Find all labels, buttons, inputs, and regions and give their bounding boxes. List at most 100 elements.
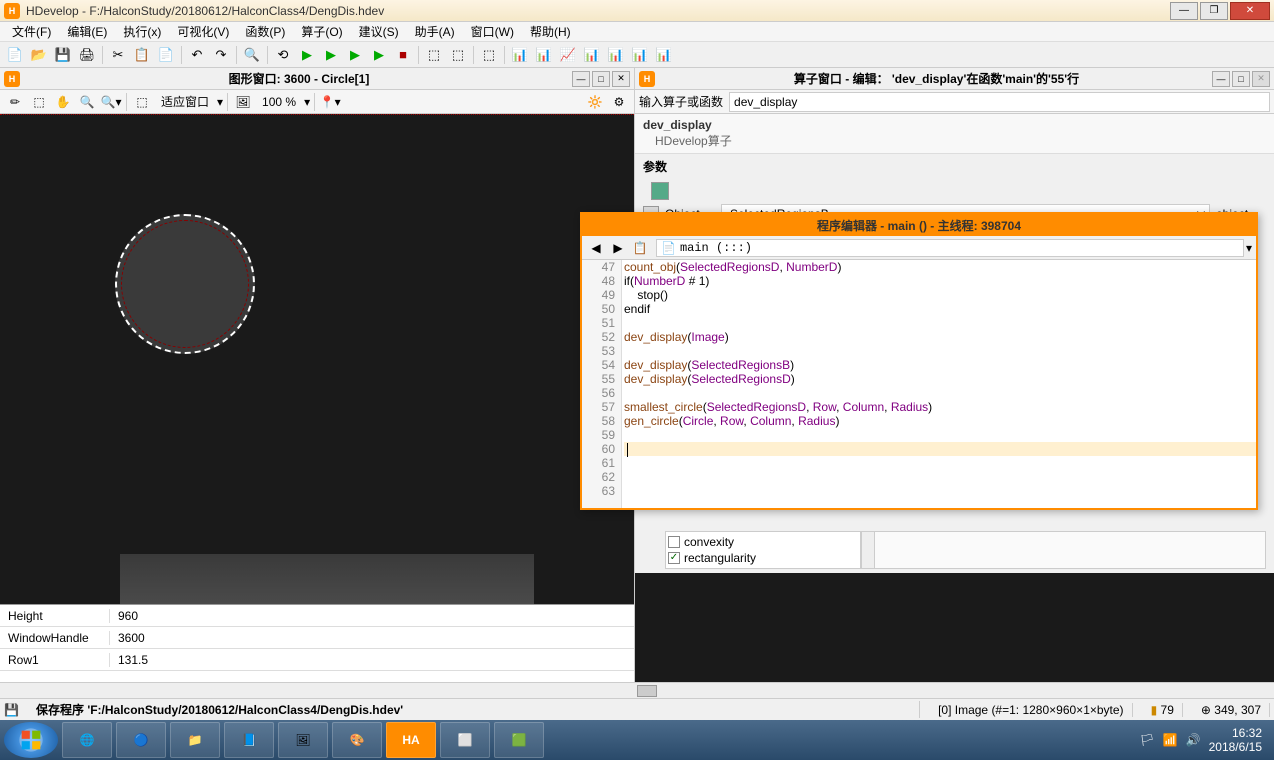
task-explorer[interactable]: 📁 [170, 722, 220, 758]
task-hdevelop[interactable]: HA [386, 722, 436, 758]
menu-file[interactable]: 文件(F) [4, 21, 59, 42]
prop-val-0[interactable]: 960 [110, 609, 634, 623]
assist-button-6[interactable]: 📊 [629, 44, 651, 66]
tray-network-icon[interactable]: 📶 [1163, 733, 1178, 747]
feature-convexity-check[interactable] [668, 536, 680, 548]
find-button[interactable]: 🔍 [241, 44, 263, 66]
tool-button-3[interactable]: ⬚ [478, 44, 500, 66]
feature-rectangularity-check[interactable] [668, 552, 680, 564]
zoom-value: 100 % [256, 95, 302, 109]
tool-button-2[interactable]: ⬚ [447, 44, 469, 66]
window-title: HDevelop - F:/HalconStudy/20180612/Halco… [26, 4, 1170, 18]
paste-button[interactable]: 📄 [155, 44, 177, 66]
menu-window[interactable]: 窗口(W) [463, 21, 522, 42]
cut-button[interactable]: ✂ [107, 44, 129, 66]
menu-visualize[interactable]: 可视化(V) [169, 21, 237, 42]
tool-button-1[interactable]: ⬚ [423, 44, 445, 66]
menu-procedures[interactable]: 函数(P) [237, 21, 293, 42]
pin-tool[interactable]: 📍▾ [319, 92, 341, 112]
circle-region [115, 214, 255, 354]
undo-button[interactable]: ↶ [186, 44, 208, 66]
menu-suggestions[interactable]: 建议(S) [351, 21, 407, 42]
pointer-tool[interactable]: ✏ [4, 92, 26, 112]
menu-bar: 文件(F) 编辑(E) 执行(x) 可视化(V) 函数(P) 算子(O) 建议(… [0, 22, 1274, 42]
redo-button[interactable]: ↷ [210, 44, 232, 66]
windows-taskbar: 🌐 🔵 📁 📘 🖼 🎨 HA ⬜ 🟩 🏳 📶 🔊 16:32 2018/6/15 [0, 720, 1274, 760]
task-app2[interactable]: 🟩 [494, 722, 544, 758]
image-icon[interactable]: 🖼 [232, 92, 254, 112]
menu-help[interactable]: 帮助(H) [522, 21, 579, 42]
task-app1[interactable]: ⬜ [440, 722, 490, 758]
feature-scroll[interactable] [861, 532, 875, 568]
operator-input-field[interactable] [729, 92, 1270, 112]
step-out-button[interactable]: ▶ [344, 44, 366, 66]
start-button[interactable] [4, 722, 58, 758]
operator-minimize[interactable]: — [1212, 71, 1230, 87]
hand-tool[interactable]: ✋ [52, 92, 74, 112]
tray-flag-icon[interactable]: 🏳 [1139, 733, 1154, 747]
fit-icon[interactable]: ⬚ [131, 92, 153, 112]
save-button[interactable]: 💾 [52, 44, 74, 66]
reset-button[interactable]: ⟲ [272, 44, 294, 66]
prop-name-1: WindowHandle [0, 631, 110, 645]
prop-val-1[interactable]: 3600 [110, 631, 634, 645]
window-titlebar: H HDevelop - F:/HalconStudy/20180612/Hal… [0, 0, 1274, 22]
copy-button[interactable]: 📋 [131, 44, 153, 66]
run-button[interactable]: ▶ [368, 44, 390, 66]
assist-button-3[interactable]: 📈 [557, 44, 579, 66]
step-into-button[interactable]: ▶ [320, 44, 342, 66]
assist-button-4[interactable]: 📊 [581, 44, 603, 66]
code-editor-window: 程序编辑器 - main () - 主线程: 398704 ◀ ▶ 📋 📄 ma… [580, 212, 1258, 510]
stop-button[interactable]: ■ [392, 44, 414, 66]
menu-assistants[interactable]: 助手(A) [407, 21, 463, 42]
zoom-tool[interactable]: 🔍 [76, 92, 98, 112]
editor-function-selector[interactable]: 📄 main (:::) [656, 239, 1244, 257]
zoom-dropdown[interactable]: 🔍▾ [100, 92, 122, 112]
maximize-button[interactable]: ❐ [1200, 2, 1228, 20]
editor-func-dropdown[interactable]: ▾ [1246, 241, 1252, 255]
system-tray[interactable]: 🏳 📶 🔊 16:32 2018/6/15 [1139, 726, 1270, 754]
info-tool-2[interactable]: ⚙ [608, 92, 630, 112]
task-photos[interactable]: 🖼 [278, 722, 328, 758]
zoom-dropdown-2[interactable]: ▾ [304, 95, 310, 109]
tray-volume-icon[interactable]: 🔊 [1186, 733, 1201, 747]
operator-close[interactable]: ✕ [1252, 71, 1270, 87]
open-button[interactable]: 📂 [28, 44, 50, 66]
operator-maximize[interactable]: □ [1232, 71, 1250, 87]
print-button[interactable]: 🖨 [76, 44, 98, 66]
task-media[interactable]: 🔵 [116, 722, 166, 758]
minimize-button[interactable]: — [1170, 2, 1198, 20]
editor-nav-forward[interactable]: ▶ [608, 239, 628, 257]
task-ie[interactable]: 🌐 [62, 722, 112, 758]
menu-edit[interactable]: 编辑(E) [59, 21, 115, 42]
new-button[interactable]: 📄 [4, 44, 26, 66]
graphics-toolbar: ✏ ⬚ ✋ 🔍 🔍▾ ⬚ 适应窗口 ▾ 🖼 100 % ▾ 📍▾ 🔆 ⚙ [0, 90, 634, 114]
info-tool-1[interactable]: 🔆 [584, 92, 606, 112]
menu-execute[interactable]: 执行(x) [115, 21, 169, 42]
step-over-button[interactable]: ▶ [296, 44, 318, 66]
graphics-close[interactable]: ✕ [612, 71, 630, 87]
assist-button-5[interactable]: 📊 [605, 44, 627, 66]
horizontal-scrollbar[interactable] [0, 682, 1274, 698]
close-button[interactable]: ✕ [1230, 2, 1270, 20]
graphics-minimize[interactable]: — [572, 71, 590, 87]
property-table: Height 960 WindowHandle 3600 Row1 131.5 [0, 604, 634, 682]
menu-operators[interactable]: 算子(O) [293, 21, 350, 42]
fit-dropdown[interactable]: ▾ [217, 95, 223, 109]
editor-nav-up[interactable]: 📋 [630, 239, 650, 257]
operator-panel-title: 算子窗口 - 编辑： 'dev_display'在函数'main'的'55'行 [661, 70, 1212, 87]
task-paint[interactable]: 🎨 [332, 722, 382, 758]
assist-button-2[interactable]: 📊 [533, 44, 555, 66]
code-area[interactable]: 4748495051525354555657585960616263 count… [582, 260, 1256, 508]
graphics-window[interactable] [0, 114, 634, 604]
params-label: 参数 [643, 158, 1266, 175]
editor-title[interactable]: 程序编辑器 - main () - 主线程: 398704 [582, 214, 1256, 236]
graphics-maximize[interactable]: □ [592, 71, 610, 87]
task-wps[interactable]: 📘 [224, 722, 274, 758]
operator-icon: H [639, 71, 655, 87]
assist-button-7[interactable]: 📊 [653, 44, 675, 66]
select-tool[interactable]: ⬚ [28, 92, 50, 112]
editor-nav-back[interactable]: ◀ [586, 239, 606, 257]
prop-val-2[interactable]: 131.5 [110, 653, 634, 667]
assist-button-1[interactable]: 📊 [509, 44, 531, 66]
